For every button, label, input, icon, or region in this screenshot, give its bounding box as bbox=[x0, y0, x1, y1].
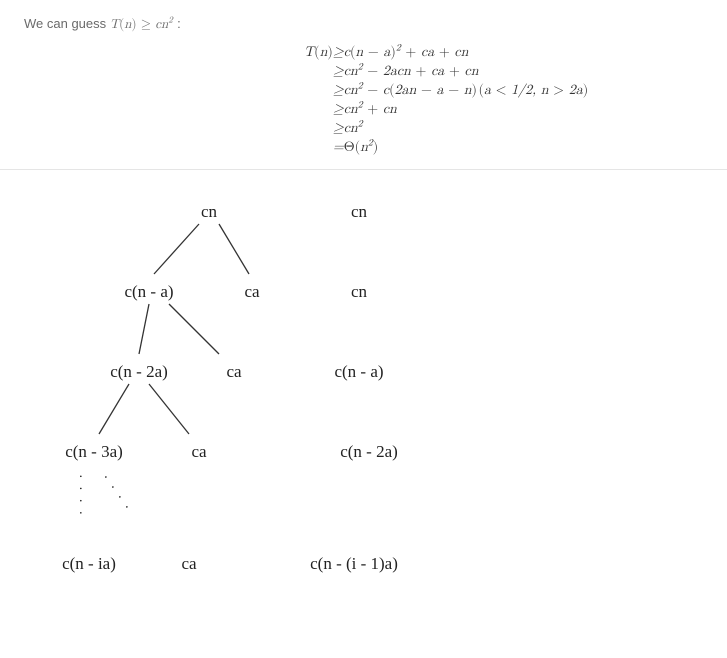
eq-row: ≥ cn2 − 2acn + ca + cn bbox=[304, 62, 588, 81]
tree-node-l0: cn bbox=[201, 202, 217, 222]
tree-node-l4r: ca bbox=[181, 554, 196, 574]
tree-rowsum-1: cn bbox=[351, 282, 367, 302]
recursion-tree: cn c(n - a) ca c(n - 2a) ca c(n - 3a) ca… bbox=[24, 194, 704, 614]
eq-row: ≥ cn2 − c(2an − a − n) (a < 1/2, n > 2a) bbox=[304, 81, 588, 100]
tree-rowsum-4: c(n - (i - 1)a) bbox=[310, 554, 398, 574]
tree-rowsum-0: cn bbox=[351, 202, 367, 222]
equation-table: T(n) ≥ c(n − a)2 + ca + cn ≥ cn2 − 2acn … bbox=[304, 43, 588, 157]
tree-node-l2l: c(n - 2a) bbox=[110, 362, 168, 382]
tree-node-l3l: c(n - 3a) bbox=[65, 442, 123, 462]
eq-row: T(n) ≥ c(n − a)2 + ca + cn bbox=[304, 43, 588, 62]
intro-math: T(n) ≥ cn2 bbox=[110, 18, 177, 31]
dots-left: · · · · bbox=[72, 474, 86, 517]
eq-row: = Θ(n2) bbox=[304, 138, 588, 157]
tree-node-l3r: ca bbox=[191, 442, 206, 462]
intro-sentence: We can guess T(n) ≥ cn2 : bbox=[24, 16, 703, 33]
tree-edges bbox=[24, 194, 704, 614]
tree-rowsum-3: c(n - 2a) bbox=[340, 442, 398, 462]
tree-node-l1l: c(n - a) bbox=[124, 282, 173, 302]
dots-right: · · · · bbox=[98, 472, 134, 515]
eq-row: ≥ cn2 bbox=[304, 119, 588, 138]
equation-block: T(n) ≥ c(n − a)2 + ca + cn ≥ cn2 − 2acn … bbox=[24, 43, 703, 157]
intro-suffix: : bbox=[177, 16, 181, 31]
eq-row: ≥ cn2 + cn bbox=[304, 100, 588, 119]
tree-rowsum-2: c(n - a) bbox=[334, 362, 383, 382]
tree-node-l4l: c(n - ia) bbox=[62, 554, 116, 574]
tree-node-l1r: ca bbox=[244, 282, 259, 302]
tree-node-l2r: ca bbox=[226, 362, 241, 382]
intro-prefix: We can guess bbox=[24, 16, 110, 31]
separator bbox=[0, 169, 727, 170]
